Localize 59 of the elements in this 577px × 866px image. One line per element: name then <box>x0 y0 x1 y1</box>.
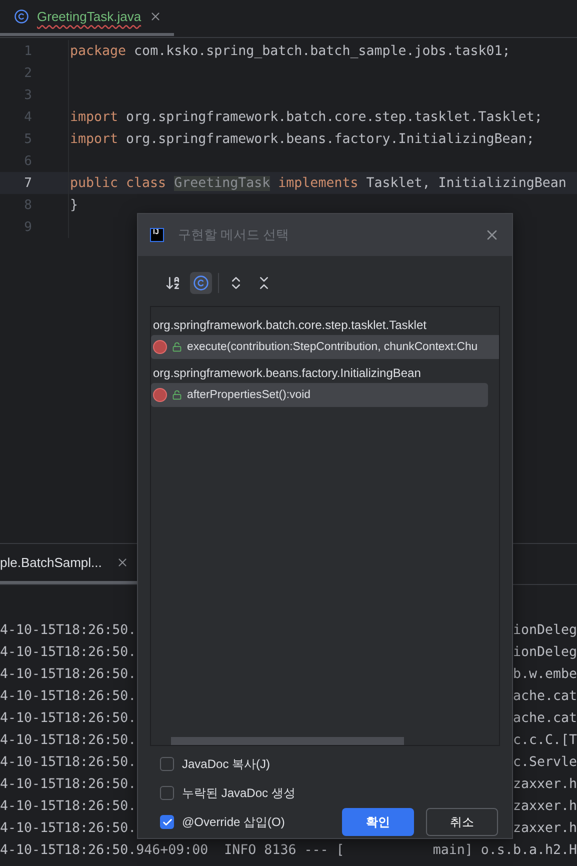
log-text: c.c.C.[T <box>512 732 577 748</box>
scrollbar-thumb[interactable] <box>171 737 404 745</box>
method-icon <box>153 340 167 354</box>
code-line: package com.ksko.spring_batch.batch_sample.jobs.task01; <box>70 44 510 58</box>
checkbox-box[interactable] <box>160 815 174 829</box>
unlock-icon <box>172 342 182 352</box>
log-text: 4-10-15T18:26:50. <box>0 820 136 836</box>
line-number: 7 <box>23 176 32 190</box>
log-text: ionDeleg <box>512 622 577 638</box>
tab-label: GreetingTask.java <box>37 9 142 24</box>
sort-alphabetical-icon <box>165 275 181 291</box>
ok-button[interactable]: 확인 <box>342 808 414 836</box>
method-icon <box>153 388 167 402</box>
log-text: ionDeleg <box>512 644 577 660</box>
editor-tab[interactable]: GreetingTask.java <box>0 0 174 36</box>
checkbox-box[interactable] <box>160 786 174 800</box>
log-text: 4-10-15T18:26:50. <box>0 688 136 704</box>
log-text: zaxxer.h <box>512 798 577 814</box>
checkbox-label: JavaDoc 복사(J) <box>182 756 270 772</box>
log-text: zaxxer.h <box>512 820 577 836</box>
log-text: 4-10-15T18:26:50. <box>0 754 136 770</box>
log-text: 4-10-15T18:26:50. <box>0 710 136 726</box>
checkbox-label: 누락된 JavaDoc 생성 <box>182 784 296 802</box>
checkbox[interactable]: @Override 삽입(O) <box>160 814 285 830</box>
close-icon[interactable] <box>149 10 162 23</box>
code-line: import org.springframework.batch.core.step.tasklet.Tasklet; <box>70 110 542 124</box>
code-line: import org.springframework.beans.factory.InitializingBean; <box>70 132 534 146</box>
log-text: 4-10-15T18:26:50. <box>0 644 136 660</box>
class-icon <box>193 275 209 291</box>
close-icon[interactable] <box>116 556 129 569</box>
method-item[interactable]: execute(contribution:StepContribution, chunkContext:Chu <box>151 335 499 359</box>
cancel-button[interactable]: 취소 <box>426 808 498 836</box>
checkbox-box[interactable] <box>160 757 174 771</box>
checkbox-label: @Override 삽입(O) <box>182 814 285 830</box>
class-icon <box>14 9 29 24</box>
log-text: main] o.s.b.a.h2.H <box>432 842 577 858</box>
log-text: 4-10-15T18:26:50. <box>0 666 136 682</box>
unlock-icon <box>172 390 182 400</box>
log-text: 4-10-15T18:26:50. <box>0 622 136 638</box>
log-text: ache.cat <box>512 688 577 704</box>
checkbox[interactable]: 누락된 JavaDoc 생성 <box>160 784 296 802</box>
checkbox[interactable]: JavaDoc 복사(J) <box>160 756 270 772</box>
method-item[interactable]: afterPropertiesSet():void <box>151 383 488 407</box>
tab-label: ple.BatchSampl... <box>0 555 102 570</box>
interface-name: org.springframework.batch.core.step.tasklet.Tasklet <box>152 317 428 334</box>
log-text: 4-10-15T18:26:50. <box>0 798 136 814</box>
code-line: public class GreetingTask implements Tasklet, InitializingBean <box>70 176 566 190</box>
code-line: } <box>70 198 78 212</box>
classes-toggle[interactable] <box>190 272 212 294</box>
log-text: 4-10-15T18:26:50. <box>0 732 136 748</box>
check-icon <box>162 816 172 828</box>
dialog-title: 구현할 메서드 선택 <box>178 226 290 244</box>
log-text: ache.cat <box>512 710 577 726</box>
log-text: 4-10-15T18:26:50. <box>0 776 136 792</box>
interface-name: org.springframework.beans.factory.InitializingBean <box>152 365 422 382</box>
log-text: zaxxer.h <box>512 776 577 792</box>
log-text: c.Servle <box>512 754 577 770</box>
log-text: b.w.embe <box>512 666 577 682</box>
log-text: 4-10-15T18:26:50.946+09:00 INFO 8136 --- [ <box>0 842 344 858</box>
